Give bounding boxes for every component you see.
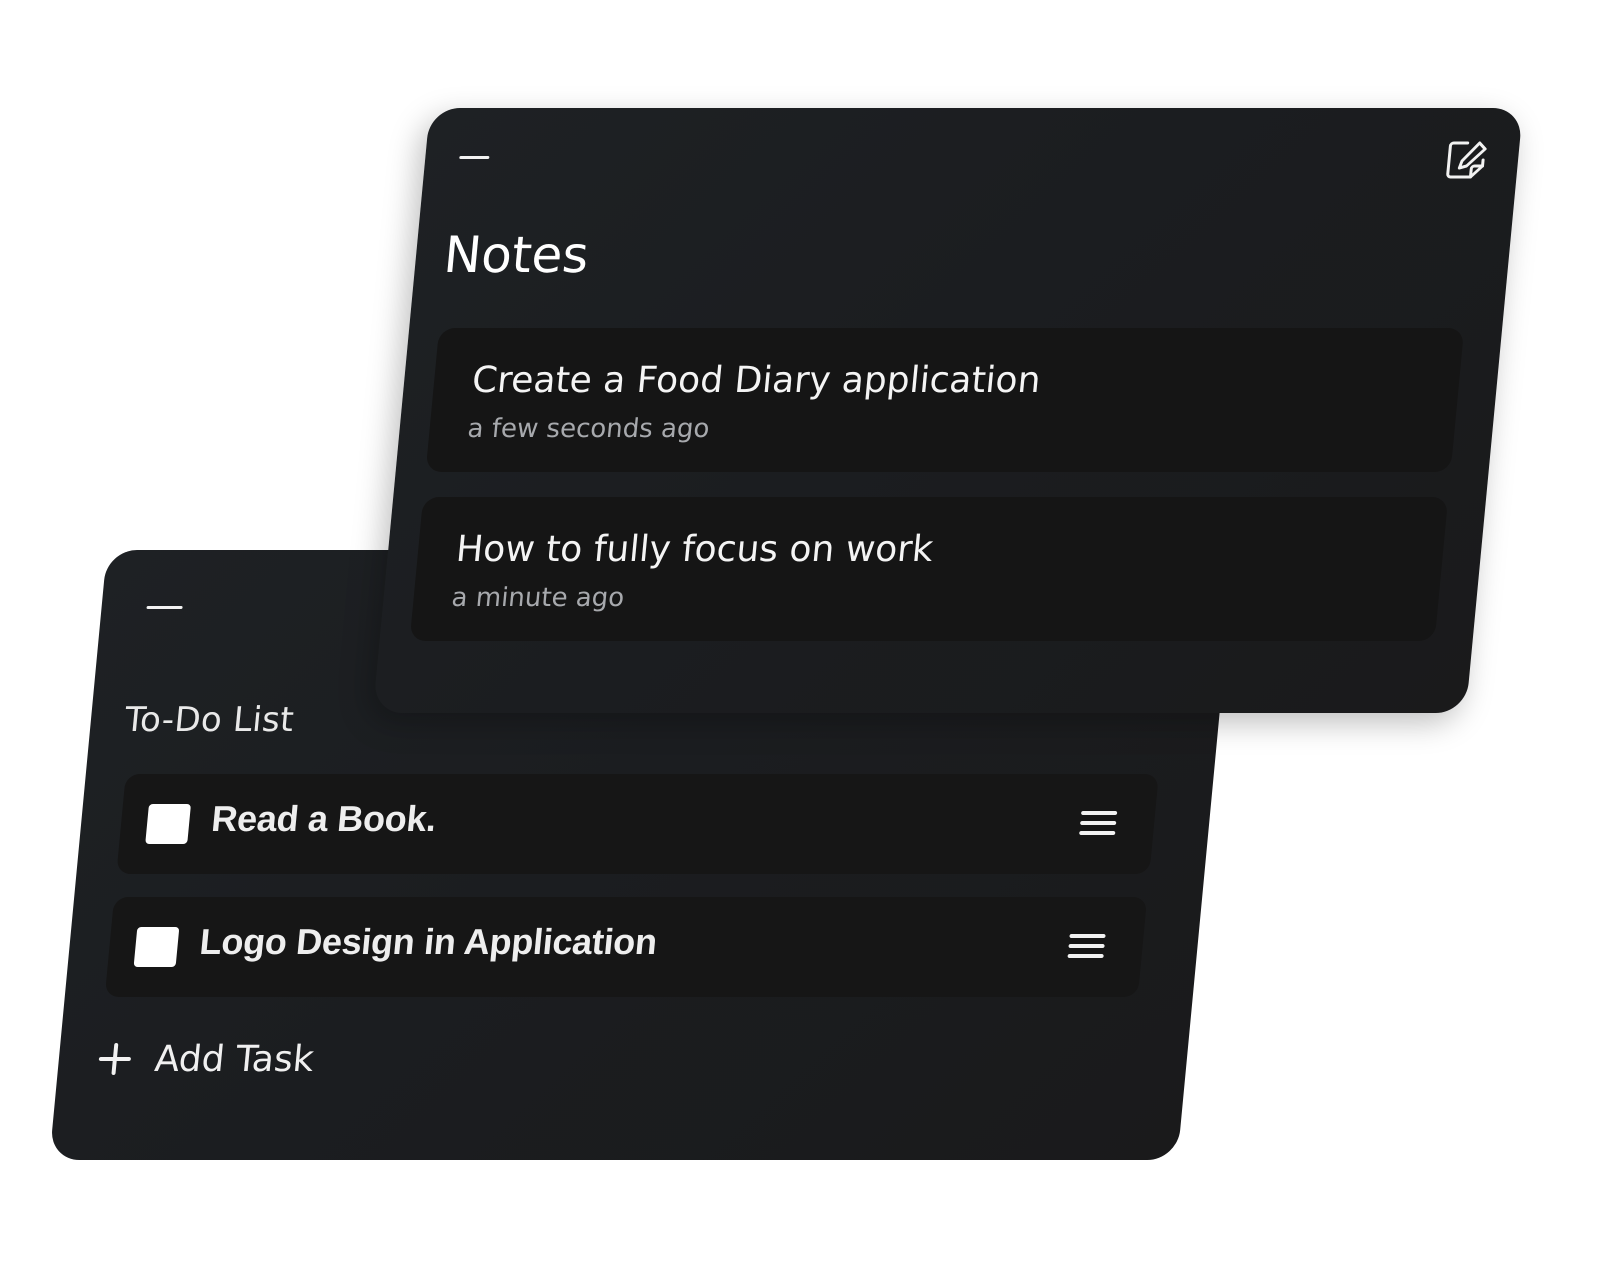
todo-minimize-button[interactable]	[146, 606, 183, 609]
add-task-button[interactable]: Add Task	[97, 1034, 317, 1084]
notes-title: Notes	[441, 226, 592, 284]
new-note-button[interactable]	[1442, 138, 1490, 182]
notes-widget: Notes Create a Food Diary application a …	[372, 108, 1523, 713]
menu-icon[interactable]	[1067, 934, 1106, 962]
note-timestamp: a few seconds ago	[466, 414, 711, 444]
note-item[interactable]: Create a Food Diary application a few se…	[425, 328, 1465, 472]
menu-icon[interactable]	[1079, 811, 1118, 839]
note-title: Create a Food Diary application	[470, 360, 1043, 401]
task-checkbox[interactable]	[133, 927, 180, 967]
note-timestamp: a minute ago	[450, 583, 626, 613]
note-item[interactable]: How to fully focus on work a minute ago	[409, 497, 1449, 641]
task-label: Read a Book.	[209, 798, 439, 839]
notes-minimize-button[interactable]	[459, 156, 490, 159]
note-title: How to fully focus on work	[454, 529, 935, 570]
task-checkbox[interactable]	[145, 804, 191, 844]
plus-icon	[97, 1043, 132, 1075]
task-item[interactable]: Logo Design in Application	[104, 897, 1148, 997]
add-task-label: Add Task	[152, 1038, 316, 1080]
task-label: Logo Design in Application	[198, 921, 659, 962]
todo-title: To-Do List	[123, 700, 296, 740]
task-item[interactable]: Read a Book.	[116, 774, 1159, 874]
edit-icon	[1446, 141, 1487, 179]
